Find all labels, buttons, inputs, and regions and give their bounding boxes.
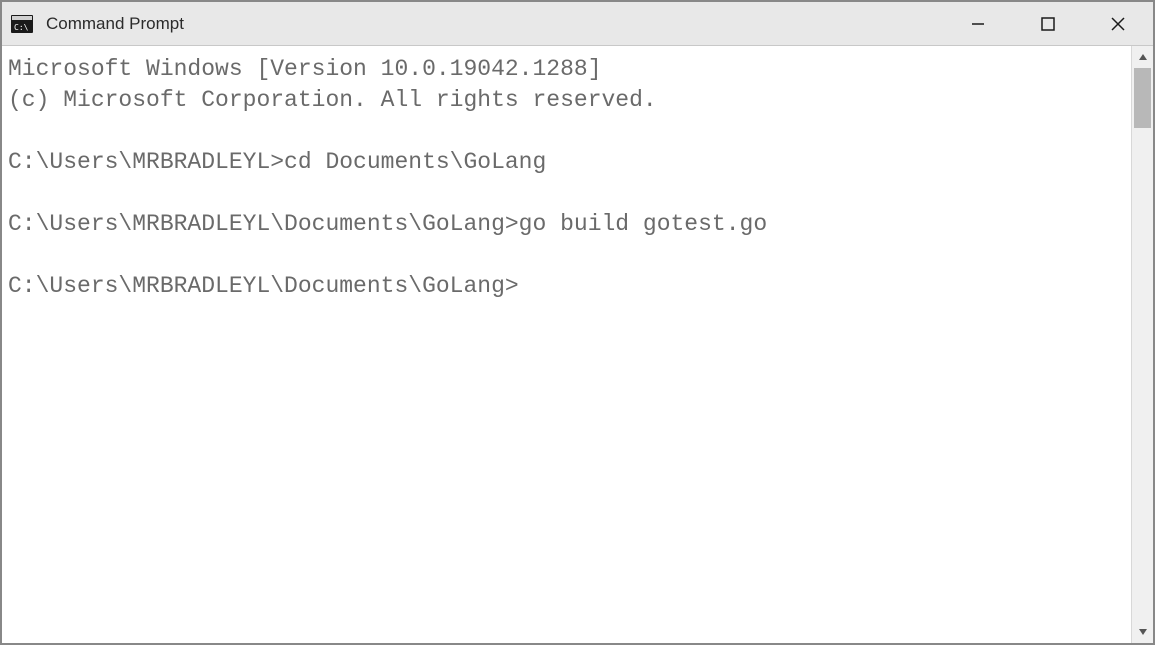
scroll-down-arrow[interactable] [1132,621,1153,643]
window-title: Command Prompt [46,14,943,34]
titlebar[interactable]: C:\ Command Prompt [2,2,1153,46]
client-area: Microsoft Windows [Version 10.0.19042.12… [2,46,1153,643]
cmd-icon: C:\ [10,12,34,36]
vertical-scrollbar[interactable] [1131,46,1153,643]
scroll-up-arrow[interactable] [1132,46,1153,68]
svg-text:C:\: C:\ [14,23,29,32]
scroll-track[interactable] [1132,68,1153,621]
terminal-output[interactable]: Microsoft Windows [Version 10.0.19042.12… [2,46,1131,643]
scroll-thumb[interactable] [1134,68,1151,128]
window-controls [943,2,1153,45]
minimize-button[interactable] [943,2,1013,45]
close-button[interactable] [1083,2,1153,45]
command-prompt-window: C:\ Command Prompt Microsoft Windows [Ve… [2,2,1153,643]
maximize-button[interactable] [1013,2,1083,45]
